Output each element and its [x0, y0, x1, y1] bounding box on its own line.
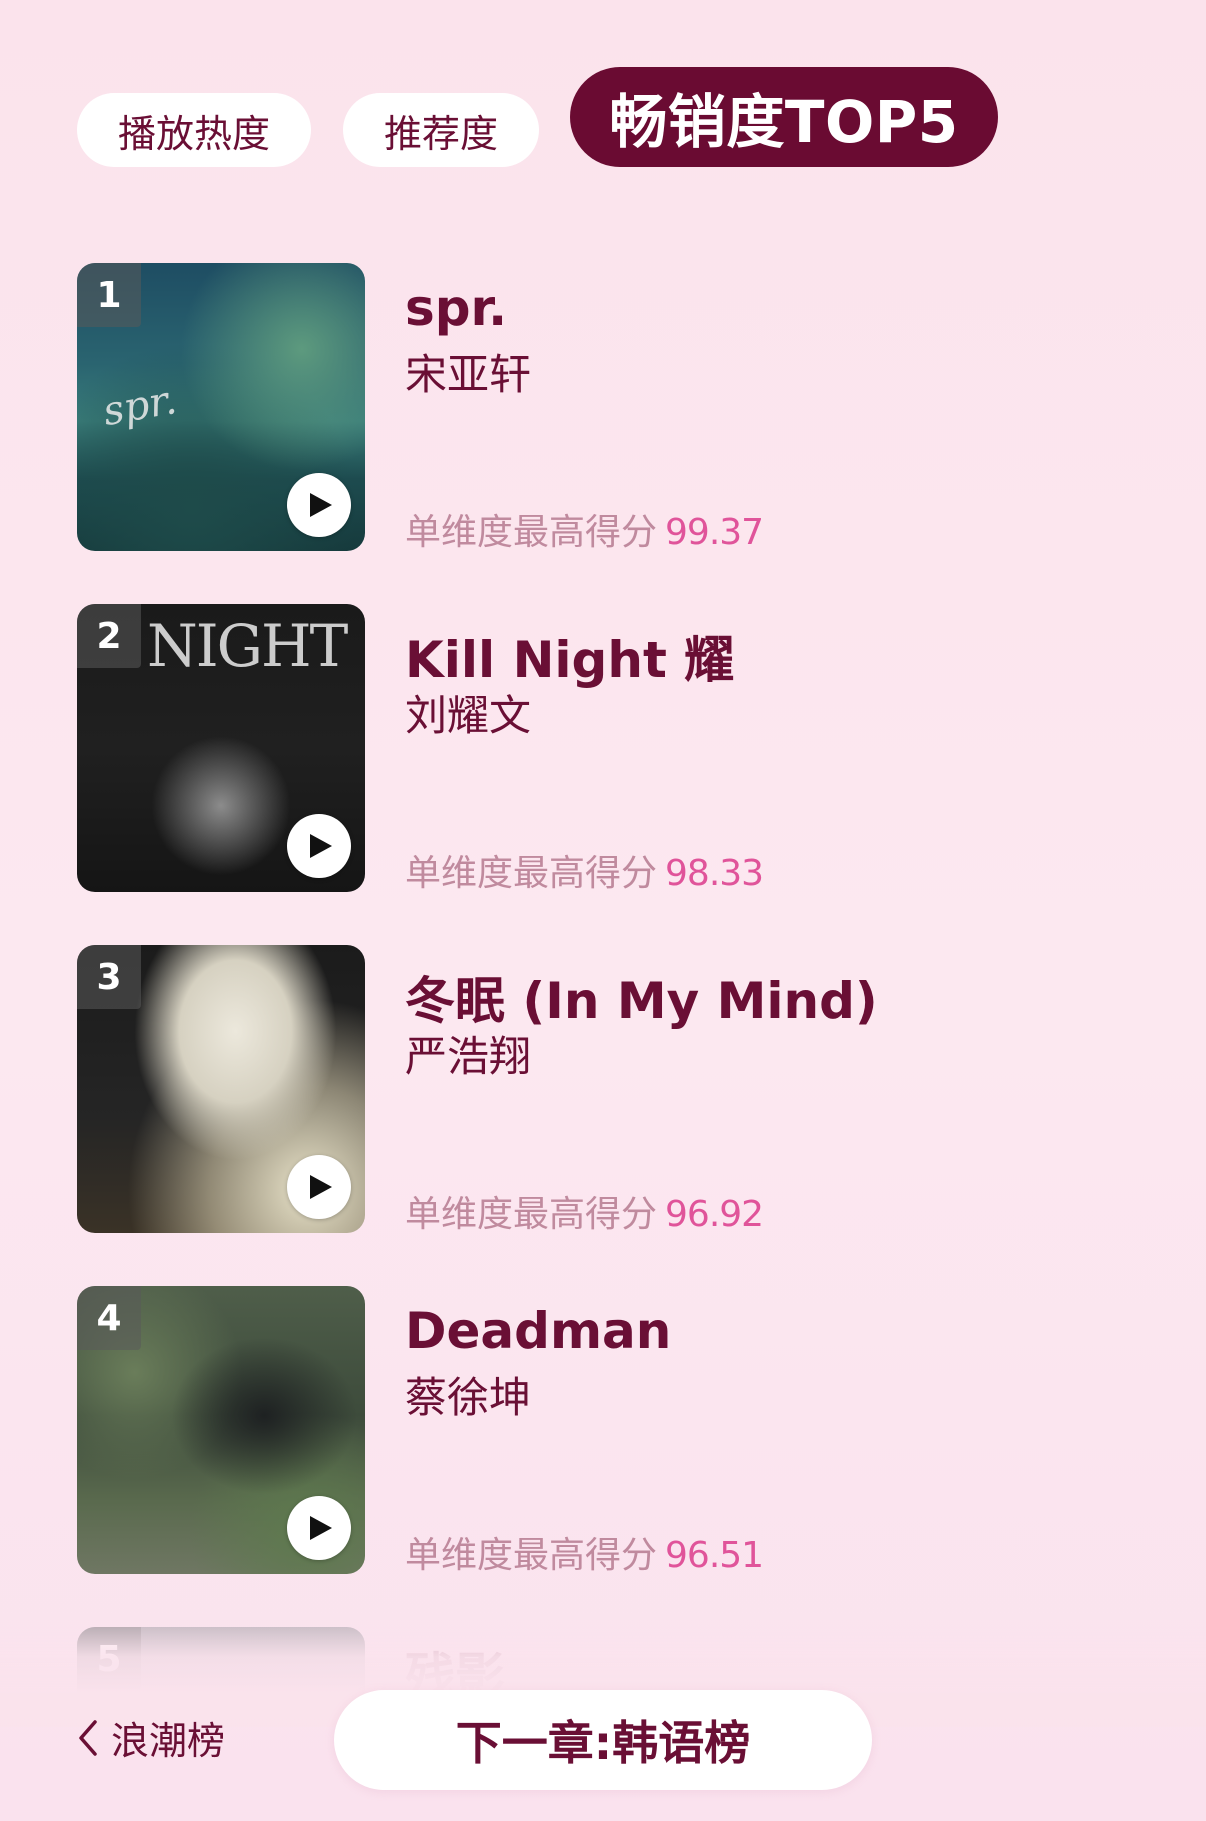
rank-badge: 2 [77, 604, 141, 668]
score-value: 98.33 [665, 853, 764, 894]
play-icon [310, 1175, 332, 1199]
artist-name[interactable]: 严浩翔 [405, 1023, 531, 1084]
rank-badge: 3 [77, 945, 141, 1009]
cover-title-text: NIGHT [147, 612, 348, 680]
back-link-label: 浪潮榜 [111, 1719, 226, 1763]
play-button[interactable] [287, 1496, 351, 1560]
play-icon [310, 1516, 332, 1540]
play-icon [310, 834, 332, 858]
artist-name[interactable]: 宋亚轩 [405, 341, 531, 402]
score-line: 单维度最高得分 99.37 [405, 503, 764, 555]
list-item[interactable]: 3 冬眠 (In My Mind) 严浩翔 单维度最高得分 96.92 [0, 945, 1206, 1235]
score-value: 96.51 [665, 1535, 764, 1576]
next-chapter-button[interactable]: 下一章:韩语榜 [334, 1690, 872, 1790]
list-item[interactable]: NIGHT 2 Kill Night 耀 刘耀文 单维度最高得分 98.33 [0, 604, 1206, 894]
album-cover[interactable]: NIGHT 2 [77, 604, 365, 892]
score-line: 单维度最高得分 98.33 [405, 844, 764, 896]
play-button[interactable] [287, 473, 351, 537]
list-item[interactable]: 4 Deadman 蔡徐坤 单维度最高得分 96.51 [0, 1286, 1206, 1576]
tab-bar: 播放热度 推荐度 畅销度TOP5 [0, 0, 1206, 200]
list-item[interactable]: spr. 1 spr. 宋亚轩 单维度最高得分 99.37 [0, 263, 1206, 553]
score-line: 单维度最高得分 96.92 [405, 1185, 764, 1237]
album-cover[interactable]: 3 [77, 945, 365, 1233]
album-cover[interactable]: 4 [77, 1286, 365, 1574]
artist-name[interactable]: 刘耀文 [405, 682, 531, 743]
score-label: 单维度最高得分 [405, 1194, 658, 1235]
tab-play-popularity[interactable]: 播放热度 [77, 93, 311, 167]
play-icon [310, 493, 332, 517]
score-value: 96.92 [665, 1194, 764, 1235]
chevron-left-icon [79, 1719, 97, 1756]
score-label: 单维度最高得分 [405, 512, 658, 553]
cover-title-text: spr. [99, 376, 181, 436]
album-cover[interactable]: spr. 1 [77, 263, 365, 551]
artist-name[interactable]: 蔡徐坤 [405, 1364, 531, 1425]
tab-sales-top5[interactable]: 畅销度TOP5 [570, 67, 998, 167]
tab-recommendation[interactable]: 推荐度 [343, 93, 539, 167]
score-value: 99.37 [665, 512, 764, 553]
play-button[interactable] [287, 1155, 351, 1219]
rank-badge: 4 [77, 1286, 141, 1350]
song-title[interactable]: Deadman [405, 1302, 671, 1360]
back-link[interactable]: 浪潮榜 [75, 1710, 225, 1765]
score-line: 单维度最高得分 96.51 [405, 1526, 764, 1578]
score-label: 单维度最高得分 [405, 1535, 658, 1576]
score-label: 单维度最高得分 [405, 853, 658, 894]
song-title[interactable]: spr. [405, 279, 507, 337]
rank-badge: 1 [77, 263, 141, 327]
play-button[interactable] [287, 814, 351, 878]
